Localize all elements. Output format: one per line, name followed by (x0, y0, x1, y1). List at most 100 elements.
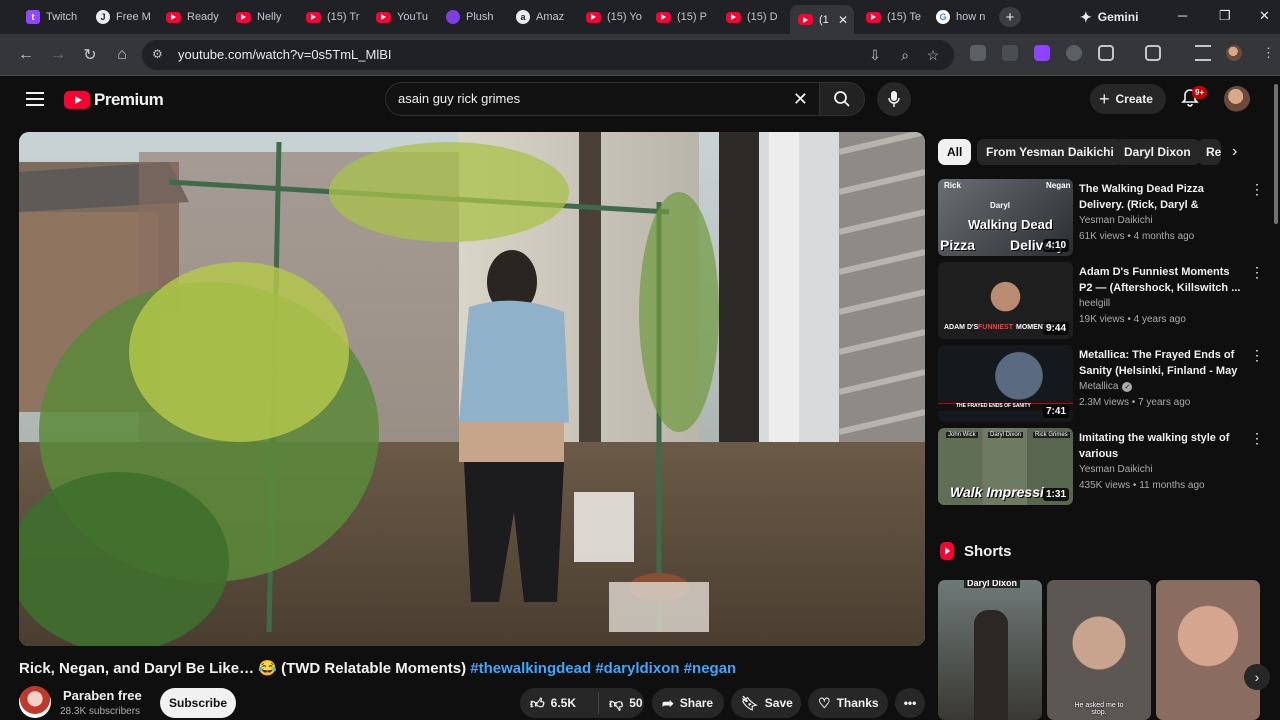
video-thumbnail[interactable]: John Wick Daryl Dixon Rick Grimes Walk I… (938, 428, 1073, 505)
clear-search-icon[interactable]: ✕ (793, 89, 808, 110)
extension-icon[interactable] (1002, 45, 1018, 61)
youtube-logo[interactable]: Premium (64, 90, 164, 110)
address-bar[interactable]: ⚙ youtube.com/watch?v=0s5TmL_MlBI ⇩ ⌕ ☆ (142, 40, 954, 70)
browser-tab[interactable]: t Twitch (18, 5, 86, 29)
home-icon[interactable]: ⌂ (111, 44, 133, 66)
short-video[interactable]: He asked me to stop. (1047, 580, 1151, 720)
reload-icon[interactable]: ↻ (79, 44, 101, 66)
browser-tab[interactable]: (15) P (648, 5, 716, 29)
plush-icon (446, 10, 460, 24)
gemini-button[interactable]: ✦ Gemini (1080, 6, 1138, 28)
search-button[interactable] (819, 82, 865, 116)
extension-icon[interactable] (970, 45, 986, 61)
zoom-icon[interactable]: ⌕ (896, 46, 914, 64)
reading-list-icon[interactable] (1195, 45, 1211, 61)
more-vertical-icon[interactable]: ⋮ (1250, 264, 1264, 281)
browser-tab[interactable]: (15) D (718, 5, 786, 29)
close-tab-icon[interactable]: ✕ (838, 13, 848, 27)
browser-tab[interactable]: Ready (158, 5, 226, 29)
channel-name[interactable]: Paraben free (63, 688, 142, 703)
share-button[interactable]: ➦ Share (652, 688, 724, 718)
new-tab-button[interactable]: + (999, 7, 1021, 27)
close-window-icon[interactable]: ✕ (1259, 8, 1270, 24)
search-query-text[interactable]: asain guy rick grimes (398, 91, 520, 106)
browser-tab[interactable]: a Amaz (508, 5, 576, 29)
profile-avatar-icon[interactable] (1226, 45, 1242, 61)
video-player[interactable] (19, 132, 925, 646)
side-panel-icon[interactable] (1145, 45, 1161, 61)
video-thumbnail[interactable]: Rick Daryl Negan Walking Dead Pizza Deli… (938, 179, 1073, 256)
browser-tab[interactable]: (15) Yo (578, 5, 646, 29)
search-icon (834, 91, 850, 107)
extensions-puzzle-icon[interactable] (1098, 45, 1114, 61)
recommended-video-meta: 2.3M views • 7 years ago (1079, 397, 1191, 408)
browser-tab[interactable]: Nelly (228, 5, 296, 29)
browser-tab[interactable]: (15) Tr (298, 5, 366, 29)
url-text[interactable]: youtube.com/watch?v=0s5TmL_MlBI (178, 47, 392, 62)
recommended-video[interactable]: ADAM D'S FUNNIEST MOMENTS P2 9:44 Adam D… (938, 262, 1264, 340)
browser-tab[interactable]: Plush (438, 5, 506, 29)
install-app-icon[interactable]: ⇩ (866, 46, 884, 64)
save-button[interactable]: 🔖︎ Save (731, 688, 801, 718)
more-vertical-icon[interactable]: ⋮ (1250, 181, 1264, 198)
shield-icon[interactable] (1066, 45, 1082, 61)
j-icon: J (96, 10, 110, 24)
guide-menu-icon[interactable] (26, 92, 44, 106)
youtube-icon (798, 14, 813, 25)
back-icon[interactable]: ← (15, 44, 37, 66)
browser-tab[interactable]: YouTu (368, 5, 436, 29)
browser-menu-icon[interactable]: ⋮ (1262, 45, 1278, 61)
hashtag-link[interactable]: #negan (684, 660, 737, 677)
more-horizontal-icon: ••• (903, 696, 917, 710)
recommended-video-title[interactable]: Adam D's Funniest Moments P2 — (Aftersho… (1079, 264, 1243, 296)
chevron-right-icon[interactable]: › (1244, 664, 1270, 690)
short-video[interactable]: Daryl Dixon (938, 580, 1042, 720)
recommended-video-title[interactable]: Imitating the walking style of various c… (1079, 430, 1243, 462)
chip-all[interactable]: All (938, 139, 972, 165)
recommended-video-channel[interactable]: Metallica ✓ (1079, 381, 1133, 392)
video-thumbnail[interactable]: THE FRAYED ENDS OF SANITY 7:41 (938, 345, 1073, 422)
channel-avatar[interactable] (19, 686, 51, 718)
recommended-video[interactable]: Rick Daryl Negan Walking Dead Pizza Deli… (938, 179, 1264, 257)
browser-tab-active[interactable]: (1 ✕ (790, 5, 854, 34)
dislike-button[interactable]: 👎︎ 50 (605, 695, 643, 712)
voice-search-button[interactable] (877, 82, 911, 116)
recommended-video-channel[interactable]: Yesman Daikichi (1079, 215, 1153, 226)
hashtag-link[interactable]: #daryldixon (595, 660, 679, 677)
minimize-icon[interactable]: ─ (1178, 8, 1187, 23)
super-thanks-icon: ♡ (818, 694, 831, 711)
forward-icon[interactable]: → (47, 44, 69, 66)
bookmark-star-icon[interactable]: ☆ (924, 46, 942, 64)
recommended-video-channel[interactable]: heelgill (1079, 298, 1110, 309)
site-info-icon[interactable]: ⚙ (152, 47, 168, 63)
chip-from-channel[interactable]: From Yesman Daikichi (977, 139, 1123, 165)
recommended-video[interactable]: THE FRAYED ENDS OF SANITY 7:41 Metallica… (938, 345, 1264, 423)
chevron-right-icon[interactable]: › (1232, 143, 1237, 161)
hashtag-link[interactable]: #thewalkingdead (470, 660, 591, 677)
more-vertical-icon[interactable]: ⋮ (1250, 430, 1264, 447)
browser-tab[interactable]: (15) Te (858, 5, 926, 29)
browser-tab-strip: t Twitch J Free M Ready Nelly (15) Tr YouT… (0, 0, 1280, 34)
video-thumbnail[interactable]: ADAM D'S FUNNIEST MOMENTS P2 9:44 (938, 262, 1073, 339)
youtube-icon (866, 11, 881, 23)
recommended-video-title[interactable]: The Walking Dead Pizza Delivery. (Rick, … (1079, 181, 1243, 213)
subscribe-button[interactable]: Subscribe (160, 688, 236, 718)
more-actions-button[interactable]: ••• (895, 688, 925, 718)
page-scrollbar[interactable] (1274, 84, 1278, 224)
more-vertical-icon[interactable]: ⋮ (1250, 347, 1264, 364)
chip-daryl-dixon[interactable]: Daryl Dixon (1115, 139, 1200, 165)
account-avatar[interactable] (1224, 86, 1250, 112)
maximize-icon[interactable]: ❐ (1219, 8, 1231, 24)
browser-tab[interactable]: Ghow n (928, 5, 994, 29)
browser-tab[interactable]: J Free M (88, 5, 156, 29)
short-video[interactable] (1156, 580, 1260, 720)
thanks-button[interactable]: ♡ Thanks (808, 688, 888, 718)
recommended-video-channel[interactable]: Yesman Daikichi (1079, 464, 1153, 475)
search-input[interactable]: asain guy rick grimes ✕ (385, 82, 821, 116)
extension-icon[interactable] (1034, 45, 1050, 61)
recommended-video-title[interactable]: Metallica: The Frayed Ends of Sanity (He… (1079, 347, 1243, 379)
chip-partial[interactable]: Re (1197, 139, 1221, 165)
create-button[interactable]: + Create (1090, 84, 1166, 114)
recommended-video[interactable]: John Wick Daryl Dixon Rick Grimes Walk I… (938, 428, 1264, 506)
like-button[interactable]: 👍︎ 6.5K (520, 695, 592, 712)
